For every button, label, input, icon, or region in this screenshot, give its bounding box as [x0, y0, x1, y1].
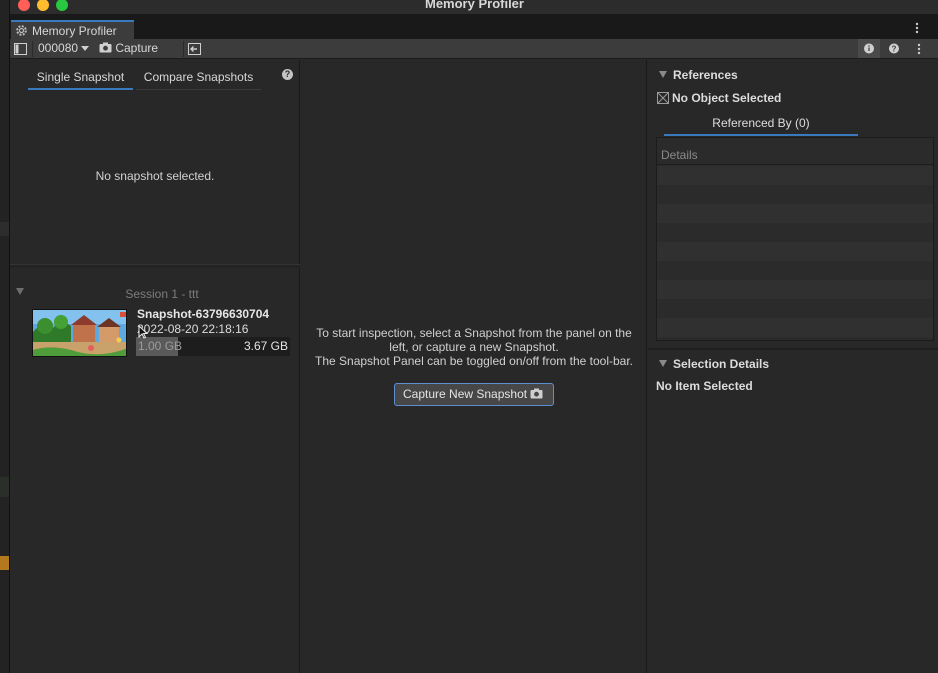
no-object-selected: No Object Selected — [657, 91, 781, 105]
info-button[interactable] — [858, 39, 880, 58]
selection-details-title: Selection Details — [673, 357, 770, 371]
toolbar-separator — [183, 41, 184, 57]
panel-divider[interactable] — [648, 348, 938, 350]
main-view: To start inspection, select a Snapshot f… — [301, 60, 647, 673]
collapse-arrow-icon — [659, 360, 667, 367]
kebab-menu-icon[interactable] — [917, 43, 921, 55]
details-column-header: Details — [657, 146, 933, 165]
snapshot-panel: Single Snapshot Compare Snapshots ? No s… — [10, 60, 300, 673]
tab-referenced-by[interactable]: Referenced By (0) — [664, 114, 858, 136]
window-title: Memory Profiler — [425, 0, 524, 11]
used-memory-label: 1.00 GB — [138, 339, 183, 353]
gear-icon — [15, 24, 28, 37]
table-row — [657, 242, 933, 261]
table-row — [657, 280, 933, 299]
snapshot-thumbnail — [32, 309, 127, 357]
no-object-label: No Object Selected — [672, 91, 782, 105]
total-memory-label: 3.67 GB — [243, 339, 288, 353]
instructions-text: To start inspection, select a Snapshot f… — [301, 326, 647, 368]
import-icon — [188, 43, 201, 58]
table-row — [657, 318, 933, 337]
kebab-menu-icon[interactable] — [915, 22, 919, 34]
no-snapshot-message: No snapshot selected. — [95, 169, 215, 183]
title-bar: Memory Profiler — [10, 0, 938, 14]
snapshot-list-item[interactable]: Snapshot-63796630704 2022-08-20 22:18:16… — [32, 305, 292, 361]
memory-usage-bar: 1.00 GB 3.67 GB — [136, 337, 290, 356]
camera-icon — [99, 41, 115, 55]
tab-single-snapshot[interactable]: Single Snapshot — [28, 68, 133, 90]
selection-details-header[interactable]: Selection Details — [659, 356, 769, 372]
capture-new-snapshot-label: Capture New Snapshot — [403, 387, 528, 401]
tab-memory-profiler[interactable]: Memory Profiler — [11, 20, 134, 39]
help-icon: ? — [883, 43, 905, 61]
chevron-down-icon — [81, 46, 90, 52]
no-object-icon — [657, 92, 669, 104]
references-title: References — [673, 68, 738, 82]
panel-toggle-button[interactable] — [14, 40, 28, 57]
details-table: Details — [656, 137, 934, 341]
details-panel: References No Object Selected Referenced… — [648, 60, 938, 673]
help-icon[interactable]: ? — [282, 69, 293, 80]
import-button[interactable] — [188, 40, 204, 57]
table-row — [657, 204, 933, 223]
panel-divider[interactable] — [10, 264, 300, 268]
capture-button[interactable]: Capture — [99, 40, 179, 69]
toolbar: 000080 Capture ? — [10, 39, 938, 69]
panel-toggle-icon — [14, 43, 27, 58]
table-row — [657, 166, 933, 185]
tab-row: Memory Profiler — [10, 14, 938, 39]
instructions-line: left, or capture a new Snapshot. — [389, 340, 559, 354]
memory-profiler-window: Memory Profiler Memory Profiler 000080 C… — [9, 0, 938, 673]
instructions-line: The Snapshot Panel can be toggled on/off… — [315, 354, 633, 368]
tab-label: Memory Profiler — [32, 24, 117, 38]
target-value: 000080 — [38, 41, 79, 55]
camera-icon — [530, 387, 543, 401]
references-header[interactable]: References — [659, 67, 738, 83]
capture-new-snapshot-button[interactable]: Capture New Snapshot — [394, 383, 554, 406]
instructions-line: To start inspection, select a Snapshot f… — [316, 326, 632, 340]
snapshot-date: 2022-08-20 22:18:16 — [137, 322, 249, 336]
toolbar-separator — [32, 41, 33, 57]
no-item-selected: No Item Selected — [656, 379, 753, 393]
info-icon — [858, 43, 880, 61]
help-button[interactable]: ? — [883, 39, 905, 58]
collapse-arrow-icon — [659, 71, 667, 78]
target-dropdown[interactable]: 000080 — [38, 40, 94, 57]
snapshot-name: Snapshot-63796630704 — [137, 307, 270, 321]
tab-compare-snapshots[interactable]: Compare Snapshots — [136, 68, 261, 90]
session-label: Session 1 - ttt — [125, 287, 199, 301]
svg-text:?: ? — [892, 45, 897, 54]
capture-label: Capture — [115, 41, 159, 55]
mouse-cursor-icon — [138, 324, 149, 339]
